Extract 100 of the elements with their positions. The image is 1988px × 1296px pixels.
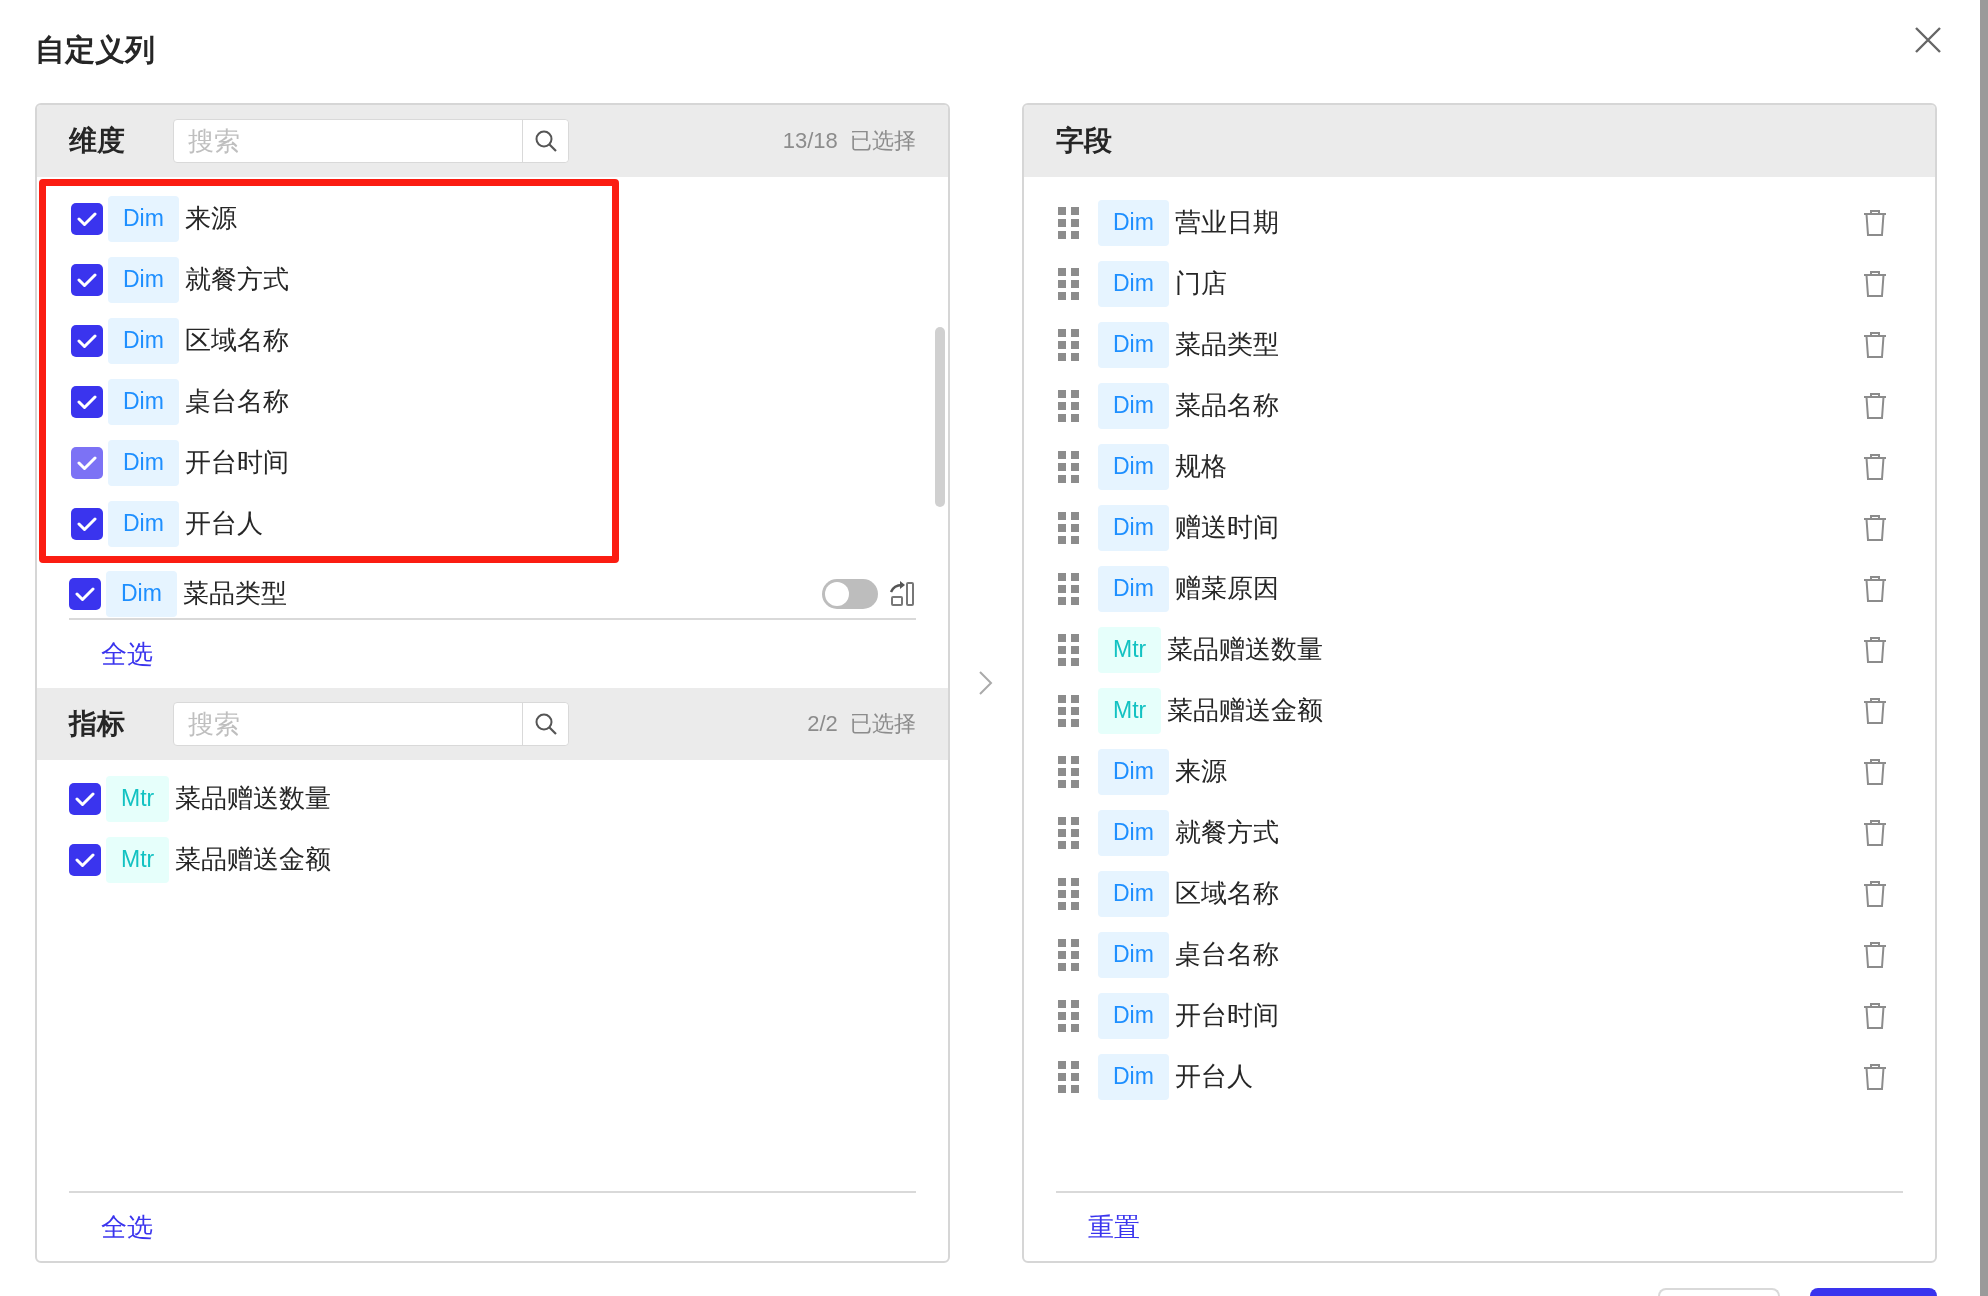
type-tag: Dim — [1098, 931, 1169, 978]
field-label: 就餐方式 — [1174, 816, 1279, 849]
delete-button[interactable] — [1863, 879, 1887, 908]
drag-handle-icon[interactable] — [1058, 1060, 1080, 1093]
search-field[interactable]: 搜索 — [173, 119, 569, 163]
field-label: 桌台名称 — [1174, 938, 1279, 971]
close-button[interactable] — [1913, 24, 1943, 55]
type-tag: Dim — [108, 317, 179, 364]
checkbox[interactable] — [71, 507, 103, 540]
delete-button[interactable] — [1863, 269, 1887, 298]
drag-handle-icon[interactable] — [1058, 633, 1080, 666]
drag-handle-icon[interactable] — [1058, 816, 1080, 849]
item-label: 菜品赠送金额 — [175, 843, 332, 876]
type-tag: Dim — [106, 570, 177, 617]
drag-handle-icon[interactable] — [1058, 877, 1080, 910]
type-tag: Mtr — [1098, 626, 1162, 673]
item-label: 来源 — [184, 202, 237, 235]
checkbox[interactable] — [69, 577, 101, 610]
selected-count: 2/2 已选择 — [807, 710, 916, 738]
pin-column-icon[interactable] — [888, 579, 916, 608]
type-tag: Dim — [1098, 1053, 1169, 1100]
item-label: 区域名称 — [184, 324, 289, 357]
drag-handle-icon[interactable] — [1058, 511, 1080, 544]
delete-button[interactable] — [1863, 818, 1887, 847]
dialog-title: 自定义列 — [35, 32, 155, 68]
type-tag: Dim — [1098, 443, 1169, 490]
section-title: 维度 — [69, 124, 126, 158]
drag-handle-icon[interactable] — [1058, 389, 1080, 422]
field-label: 菜品名称 — [1174, 389, 1279, 422]
type-tag: Dim — [1098, 260, 1169, 307]
type-tag: Mtr — [106, 775, 170, 822]
type-tag: Dim — [1098, 809, 1169, 856]
drag-handle-icon[interactable] — [1058, 572, 1080, 605]
field-label: 区域名称 — [1174, 877, 1279, 910]
delete-button[interactable] — [1863, 330, 1887, 359]
checkbox[interactable] — [69, 843, 101, 876]
select-all-link[interactable]: 全选 — [101, 636, 153, 672]
search-icon — [533, 712, 558, 736]
checkbox[interactable] — [71, 263, 103, 296]
search-input[interactable]: 搜索 — [174, 120, 522, 162]
type-tag: Dim — [108, 378, 179, 425]
search-input[interactable]: 搜索 — [174, 703, 522, 745]
drag-handle-icon[interactable] — [1058, 450, 1080, 483]
delete-button[interactable] — [1863, 391, 1887, 420]
delete-button[interactable] — [1863, 574, 1887, 603]
selected-count: 13/18 已选择 — [782, 127, 916, 155]
drag-handle-icon[interactable] — [1058, 206, 1080, 239]
type-tag: Dim — [1098, 870, 1169, 917]
field-label: 开台时间 — [1174, 999, 1279, 1032]
delete-button[interactable] — [1863, 940, 1887, 969]
type-tag: Dim — [1098, 382, 1169, 429]
item-label: 桌台名称 — [184, 385, 289, 418]
type-tag: Mtr — [1098, 687, 1162, 734]
checkbox[interactable] — [69, 782, 101, 815]
search-field[interactable]: 搜索 — [173, 702, 569, 746]
delete-button[interactable] — [1863, 696, 1887, 725]
type-tag: Dim — [1098, 748, 1169, 795]
type-tag: Dim — [1098, 504, 1169, 551]
toggle-switch[interactable] — [822, 578, 878, 609]
delete-button[interactable] — [1863, 208, 1887, 237]
delete-button[interactable] — [1863, 757, 1887, 786]
drag-handle-icon[interactable] — [1058, 267, 1080, 300]
type-tag: Dim — [108, 195, 179, 242]
reset-link[interactable]: 重置 — [1088, 1209, 1140, 1245]
checkbox[interactable] — [71, 324, 103, 357]
scrollbar[interactable] — [935, 327, 945, 507]
item-label: 菜品类型 — [182, 577, 287, 610]
item-label: 就餐方式 — [184, 263, 289, 296]
field-label: 菜品赠送数量 — [1167, 633, 1324, 666]
checkbox[interactable] — [71, 385, 103, 418]
field-label: 规格 — [1174, 450, 1227, 483]
type-tag: Mtr — [106, 836, 170, 883]
drag-handle-icon[interactable] — [1058, 328, 1080, 361]
field-label: 营业日期 — [1174, 206, 1279, 239]
primary-button[interactable] — [1810, 1288, 1937, 1296]
section-title: 字段 — [1056, 124, 1113, 158]
field-label: 赠菜原因 — [1174, 572, 1279, 605]
search-button[interactable] — [522, 120, 568, 162]
chevron-right-icon[interactable] — [978, 670, 994, 696]
type-tag: Dim — [1098, 565, 1169, 612]
delete-button[interactable] — [1863, 513, 1887, 542]
drag-handle-icon[interactable] — [1058, 755, 1080, 788]
search-button[interactable] — [522, 703, 568, 745]
drag-handle-icon[interactable] — [1058, 938, 1080, 971]
item-label: 开台人 — [184, 507, 263, 540]
delete-button[interactable] — [1863, 452, 1887, 481]
type-tag: Dim — [1098, 992, 1169, 1039]
delete-button[interactable] — [1863, 1001, 1887, 1030]
drag-handle-icon[interactable] — [1058, 694, 1080, 727]
item-label: 菜品赠送数量 — [175, 782, 332, 815]
checkbox[interactable] — [71, 202, 103, 235]
field-label: 门店 — [1174, 267, 1227, 300]
select-all-link[interactable]: 全选 — [101, 1209, 153, 1245]
field-label: 来源 — [1174, 755, 1227, 788]
drag-handle-icon[interactable] — [1058, 999, 1080, 1032]
type-tag: Dim — [108, 256, 179, 303]
type-tag: Dim — [108, 439, 179, 486]
field-label: 开台人 — [1174, 1060, 1253, 1093]
delete-button[interactable] — [1863, 635, 1887, 664]
delete-button[interactable] — [1863, 1062, 1887, 1091]
